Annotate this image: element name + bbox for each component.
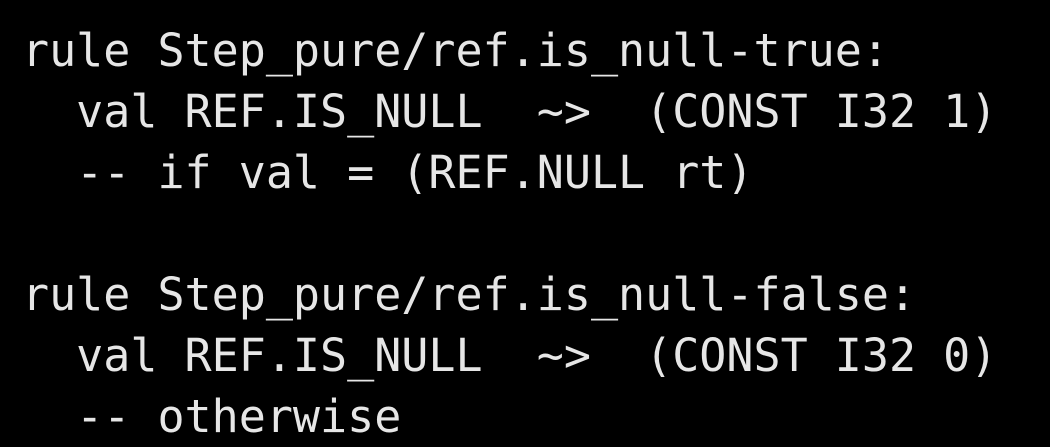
code-line-rule-true-header: rule Step_pure/ref.is_null-true:	[22, 24, 889, 77]
code-panel: rule Step_pure/ref.is_null-true: val REF…	[0, 0, 1050, 446]
code-line-rule-true-step: val REF.IS_NULL ~> (CONST I32 1)	[22, 85, 998, 138]
code-line-rule-false-condition: -- otherwise	[22, 390, 402, 443]
code-line-rule-false-header: rule Step_pure/ref.is_null-false:	[22, 268, 917, 321]
code-line-rule-true-condition: -- if val = (REF.NULL rt)	[22, 146, 754, 199]
code-line-rule-false-step: val REF.IS_NULL ~> (CONST I32 0)	[22, 329, 998, 382]
